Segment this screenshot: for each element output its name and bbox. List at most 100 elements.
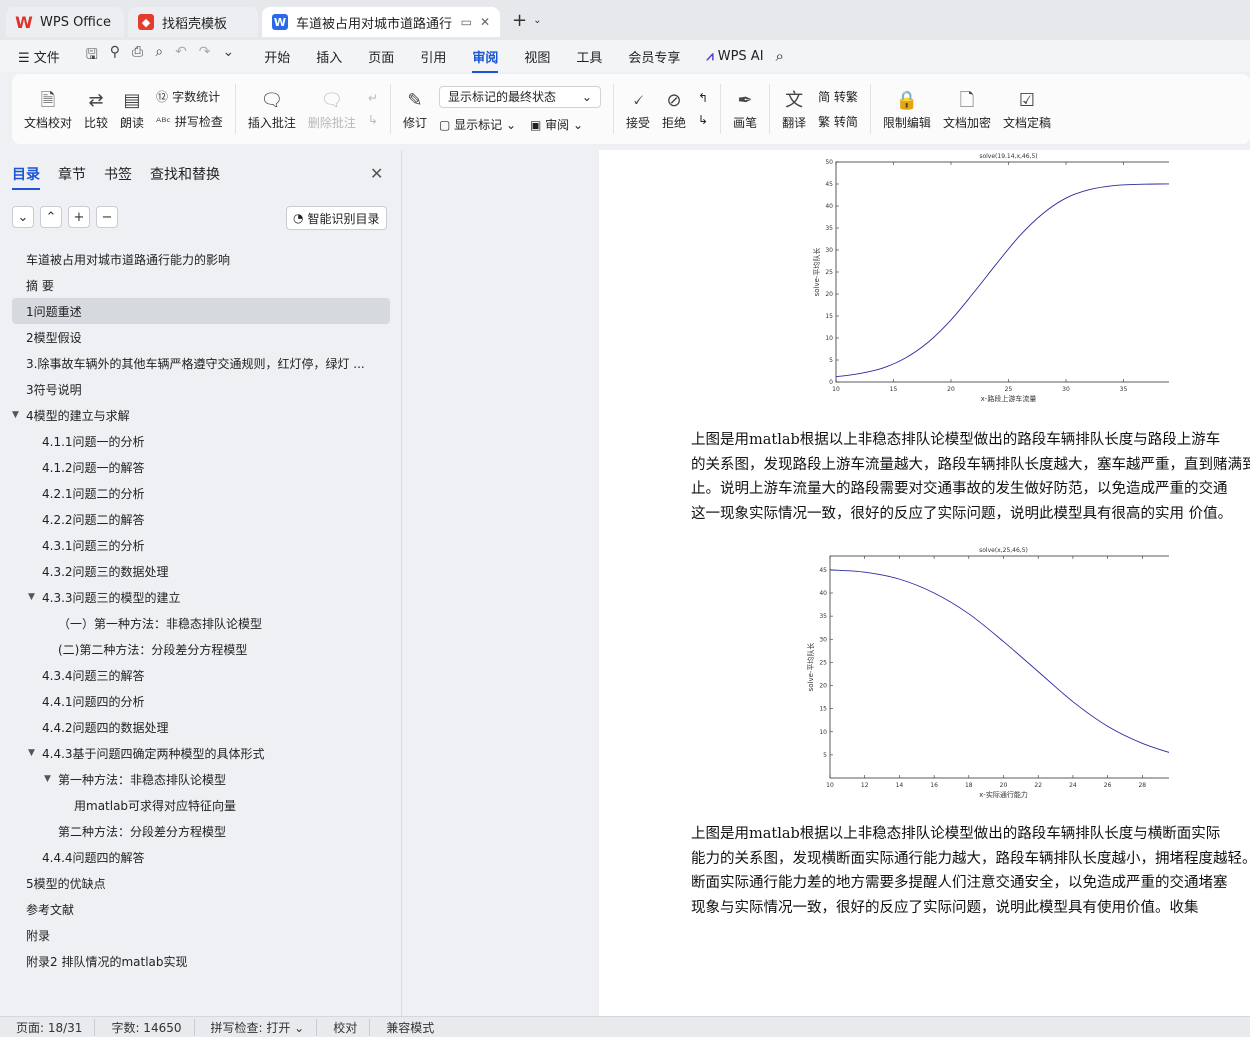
quick-access-toolbar: 🖫 ⚲ ⎙ ⌕ ↶ ↷ ⌄ bbox=[86, 44, 234, 68]
toc-item[interactable]: 参考文献 bbox=[12, 896, 390, 922]
wps-ai-button[interactable]: ⩘ WPS AI bbox=[706, 49, 763, 64]
toc-item[interactable]: 摘 要 bbox=[12, 272, 390, 298]
undo-icon[interactable]: ↶ bbox=[175, 44, 187, 68]
encrypt-button[interactable]: 🗋 文档加密 bbox=[937, 88, 997, 131]
accept-button[interactable]: 🗸 接受 bbox=[620, 88, 656, 131]
save-icon[interactable]: 🖫 bbox=[86, 44, 98, 68]
pen-button[interactable]: ✒ 画笔 bbox=[727, 88, 763, 131]
expand-up-button[interactable]: ⌃ bbox=[40, 206, 62, 228]
tab-wps-office[interactable]: W WPS Office bbox=[6, 7, 124, 37]
remove-heading-button[interactable]: − bbox=[96, 206, 118, 228]
toc-item[interactable]: 4.4.2问题四的数据处理 bbox=[12, 714, 390, 740]
collapse-button[interactable]: ⌄ bbox=[12, 206, 34, 228]
toc-item[interactable]: 4.1.1问题一的分析 bbox=[12, 428, 390, 454]
toc-item[interactable]: 4.2.2问题二的解答 bbox=[12, 506, 390, 532]
smart-toc-button[interactable]: ◔ 智能识别目录 bbox=[286, 206, 387, 230]
doc-check-button[interactable]: 🗎 文档校对 bbox=[18, 88, 78, 131]
toc-item[interactable]: 第二种方法：分段差分方程模型 bbox=[12, 818, 390, 844]
page-indicator[interactable]: 页面: 18/31 bbox=[16, 1018, 96, 1036]
more-icon[interactable]: ⌄ bbox=[223, 44, 235, 68]
toc-item[interactable]: ▼ 4.4.3基于问题四确定两种模型的具体形式 bbox=[12, 740, 390, 766]
toc-item[interactable]: 用matlab可求得对应特征向量 bbox=[12, 792, 390, 818]
x-tick-label: 22 bbox=[1034, 782, 1042, 789]
doc-check-icon: 🗎 bbox=[40, 89, 56, 111]
next-comment-button[interactable]: ↳ bbox=[368, 113, 378, 127]
to-simplified-button[interactable]: 繁 转简 bbox=[818, 113, 858, 130]
share-icon[interactable]: ⚲ bbox=[110, 44, 120, 68]
expand-arrow-icon[interactable]: ▼ bbox=[28, 592, 42, 602]
review-pane-button[interactable]: ▣ 审阅 ⌄ bbox=[530, 116, 583, 133]
menu-page[interactable]: 页面 bbox=[368, 47, 394, 66]
toc-item[interactable]: 4.3.4问题三的解答 bbox=[12, 662, 390, 688]
y-tick-label: 25 bbox=[819, 659, 827, 666]
delete-comment-button[interactable]: 🗨 删除批注 bbox=[302, 88, 362, 131]
toc-item[interactable]: ▼ 4.3.3问题三的模型的建立 bbox=[12, 584, 390, 610]
spell-check-button[interactable]: ᴬᴮᶜ 拼写检查 bbox=[156, 113, 223, 130]
expand-arrow-icon[interactable]: ▼ bbox=[12, 410, 26, 420]
toc-item[interactable]: ▼ 4模型的建立与求解 bbox=[12, 402, 390, 428]
toc-item[interactable]: 2模型假设 bbox=[12, 324, 390, 350]
insert-comment-button[interactable]: 🗨 插入批注 bbox=[242, 88, 302, 131]
menu-member[interactable]: 会员专享 bbox=[628, 47, 680, 66]
reject-button[interactable]: ⊘ 拒绝 bbox=[656, 88, 692, 131]
screen-icon[interactable]: ▭ bbox=[461, 15, 472, 29]
expand-arrow-icon[interactable]: ▼ bbox=[28, 748, 42, 758]
close-tab-icon[interactable]: ✕ bbox=[480, 15, 490, 29]
tab-current-document[interactable]: W 车道被占用对城市道路通行能力的影响 ▭ ✕ bbox=[262, 7, 500, 37]
toc-item[interactable]: 4.3.1问题三的分析 bbox=[12, 532, 390, 558]
tab-toc[interactable]: 目录 bbox=[12, 164, 40, 190]
menu-tools[interactable]: 工具 bbox=[576, 47, 602, 66]
toc-item[interactable]: 4.4.4问题四的解答 bbox=[12, 844, 390, 870]
next-change-button[interactable]: ↳ bbox=[698, 113, 708, 127]
compare-button[interactable]: ⇄ 比较 bbox=[78, 88, 114, 131]
toc-item[interactable]: 4.1.2问题一的解答 bbox=[12, 454, 390, 480]
toc-item[interactable]: 附录 bbox=[12, 922, 390, 948]
track-changes-button[interactable]: ✎ 修订 bbox=[397, 88, 433, 131]
toc-item[interactable]: 4.3.2问题三的数据处理 bbox=[12, 558, 390, 584]
restrict-edit-button[interactable]: 🔒 限制编辑 bbox=[877, 88, 937, 131]
toc-item[interactable]: 车道被占用对城市道路通行能力的影响 bbox=[12, 246, 390, 272]
tab-find-replace[interactable]: 查找和替换 bbox=[150, 164, 220, 184]
show-markup-button[interactable]: ▢ 显示标记 ⌄ bbox=[439, 116, 516, 133]
finalize-button[interactable]: ☑ 文档定稿 bbox=[997, 88, 1057, 131]
expand-arrow-icon[interactable]: ▼ bbox=[44, 774, 58, 784]
word-count-button[interactable]: ⑫ 字数统计 bbox=[156, 88, 223, 105]
translate-button[interactable]: 文翻译 bbox=[776, 88, 812, 131]
toc-item[interactable]: 4.4.1问题四的分析 bbox=[12, 688, 390, 714]
markup-state-select[interactable]: 显示标记的最终状态 ⌄ bbox=[438, 85, 601, 108]
tab-sections[interactable]: 章节 bbox=[58, 164, 86, 184]
toc-item[interactable]: 附录2 排队情况的matlab实现 bbox=[12, 948, 390, 974]
redo-icon[interactable]: ↷ bbox=[199, 44, 211, 68]
toc-item[interactable]: 4.2.1问题二的分析 bbox=[12, 480, 390, 506]
close-icon[interactable]: ✕ bbox=[370, 164, 383, 183]
tab-docer-templates[interactable]: ◆ 找稻壳模板 bbox=[128, 7, 258, 37]
prev-comment-button[interactable]: ↵ bbox=[368, 91, 378, 105]
toc-item[interactable]: 5模型的优缺点 bbox=[12, 870, 390, 896]
word-count-indicator[interactable]: 字数: 14650 bbox=[111, 1018, 195, 1036]
read-aloud-button[interactable]: ▤ 朗读 bbox=[114, 88, 150, 131]
toc-item[interactable]: （一）第一种方法：非稳态排队论模型 bbox=[12, 610, 390, 636]
menu-view[interactable]: 视图 bbox=[524, 47, 550, 66]
file-menu[interactable]: ☰ 文件 bbox=[18, 47, 60, 66]
toc-item[interactable]: 1问题重述 bbox=[12, 298, 390, 324]
toc-item[interactable]: 3.除事故车辆外的其他车辆严格遵守交通规则，红灯停，绿灯 ... bbox=[12, 350, 390, 376]
toc-item-label: 4.3.1问题三的分析 bbox=[42, 538, 145, 553]
spell-check-status[interactable]: 拼写检查: 打开 ⌄ bbox=[211, 1018, 318, 1036]
menu-references[interactable]: 引用 bbox=[420, 47, 446, 66]
search-icon[interactable]: ⌕ bbox=[776, 47, 784, 65]
tab-bookmarks[interactable]: 书签 bbox=[104, 164, 132, 184]
toc-item[interactable]: 3符号说明 bbox=[12, 376, 390, 402]
print-icon[interactable]: ⎙ bbox=[132, 44, 143, 68]
menu-insert[interactable]: 插入 bbox=[316, 47, 342, 66]
to-traditional-button[interactable]: 简 转繁 bbox=[818, 88, 858, 105]
new-tab-button[interactable]: + ⌄ bbox=[512, 10, 541, 31]
toc-item[interactable]: ▼ 第一种方法：非稳态排队论模型 bbox=[12, 766, 390, 792]
menu-start[interactable]: 开始 bbox=[264, 47, 290, 66]
print-preview-icon[interactable]: ⌕ bbox=[155, 44, 163, 68]
proofread-status[interactable]: 校对 bbox=[333, 1018, 371, 1036]
menu-review[interactable]: 审阅 bbox=[472, 47, 499, 73]
prev-change-button[interactable]: ↰ bbox=[698, 91, 708, 105]
toc-item[interactable]: (二)第二种方法：分段差分方程模型 bbox=[12, 636, 390, 662]
add-heading-button[interactable]: + bbox=[68, 206, 90, 228]
para2-line: 断面实际通行能力差的地方需要多提醒人们注意交通安全，以免造成严重的交通堵塞 bbox=[691, 875, 1228, 891]
